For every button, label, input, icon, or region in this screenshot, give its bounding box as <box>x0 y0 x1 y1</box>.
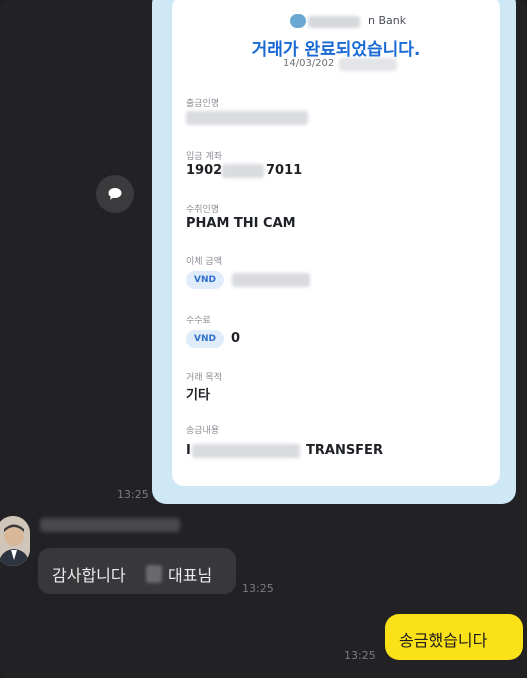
redacted-bank-name <box>308 16 360 28</box>
sender-label: 출금인명 <box>186 99 220 109</box>
redacted-sender <box>186 111 308 125</box>
fee-value: 0 <box>231 331 241 346</box>
purpose-value: 기타 <box>186 388 210 403</box>
chat-window: n Bank 거래가 완료되었습니다. 14/03/202 출금인명 입금 계좌… <box>0 0 527 678</box>
amount-label: 이체 금액 <box>186 257 222 267</box>
sent-message-text: 송금했습니다 <box>399 631 488 650</box>
received-message-honorific: 대표님 <box>168 566 213 585</box>
memo-prefix: I <box>186 443 191 458</box>
bank-name: n Bank <box>368 14 407 27</box>
account-prefix: 1902 <box>186 163 223 178</box>
receipt-date: 14/03/202 <box>283 58 335 69</box>
redacted-amount <box>232 273 310 287</box>
sender-avatar[interactable] <box>0 516 30 566</box>
chat-bubble-icon[interactable] <box>96 175 134 213</box>
account-label: 입금 계좌 <box>186 152 222 162</box>
redacted-account <box>222 164 264 178</box>
sent-timestamp: 13:25 <box>344 649 376 662</box>
recipient-value: PHAM THI CAM <box>186 216 296 231</box>
purpose-label: 거래 목적 <box>186 373 222 383</box>
image-timestamp: 13:25 <box>117 488 149 501</box>
fee-currency-badge: VND <box>186 330 224 348</box>
received-message-text: 감사합니다 <box>52 566 126 585</box>
redacted-sender-name <box>40 518 180 532</box>
redacted-memo <box>192 444 300 458</box>
recipient-label: 수취인명 <box>186 205 220 215</box>
account-suffix: 7011 <box>266 163 303 178</box>
memo-label: 송금내용 <box>186 426 220 436</box>
fee-label: 수수료 <box>186 316 211 326</box>
redacted-name <box>146 565 162 583</box>
received-timestamp: 13:25 <box>242 582 274 595</box>
transfer-receipt-image[interactable] <box>172 0 500 486</box>
memo-suffix: TRANSFER <box>306 443 383 458</box>
amount-currency-badge: VND <box>186 271 224 289</box>
bank-logo-icon <box>290 14 306 28</box>
redacted-date <box>339 58 397 71</box>
receipt-title: 거래가 완료되었습니다. <box>251 40 421 60</box>
